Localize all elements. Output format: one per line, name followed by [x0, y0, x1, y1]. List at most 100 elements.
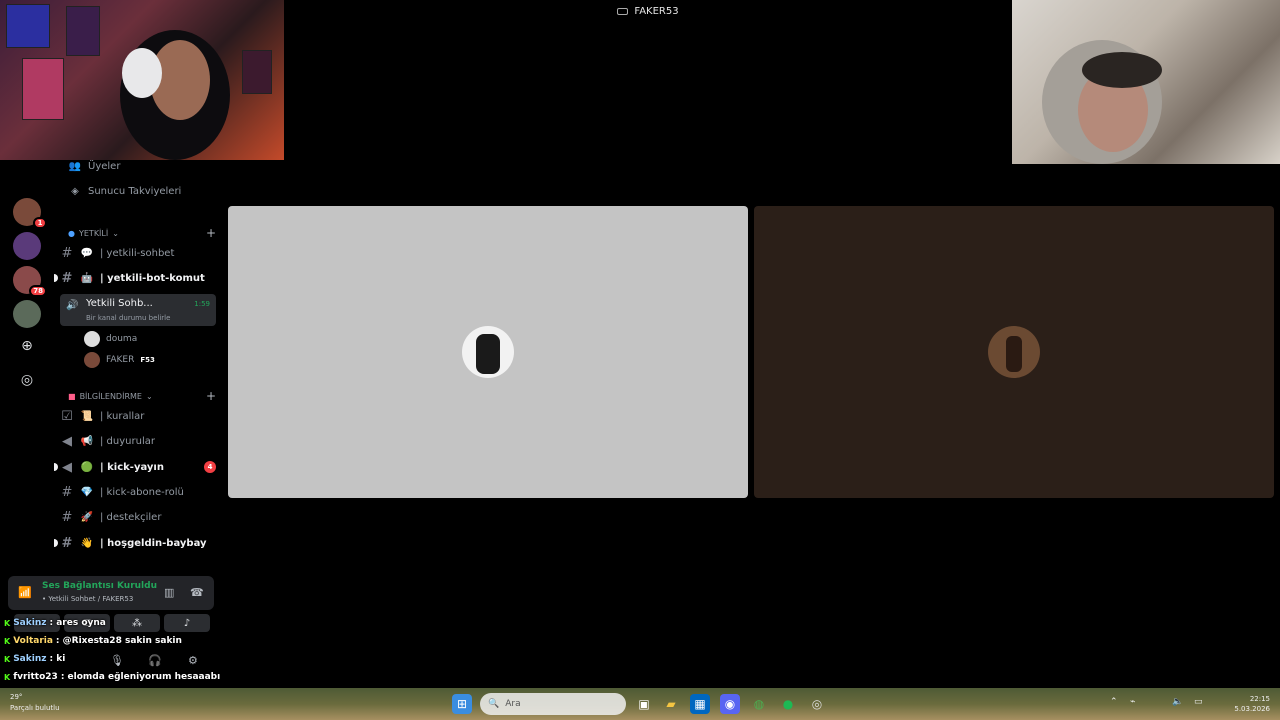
channel-label: | hoşgeldin-baybay — [100, 537, 207, 549]
announcement-icon: ◀ — [62, 433, 72, 449]
start-icon[interactable]: ⊞ — [452, 694, 472, 714]
kick-badge-icon: K — [4, 636, 11, 646]
server-icon[interactable] — [13, 232, 41, 260]
channel-destekciler[interactable]: # 🚀 | destekçiler — [60, 507, 216, 527]
chat-username: fvritto23 — [13, 672, 58, 682]
hash-icon: # — [61, 509, 73, 525]
channel-label: | destekçiler — [100, 511, 162, 523]
streamer-webcam — [0, 0, 284, 160]
store-icon[interactable]: ▦ — [690, 694, 710, 714]
server-badge: 78 — [29, 285, 47, 297]
activities-button[interactable]: ⁂ — [114, 614, 160, 632]
category-bilgilendirme[interactable]: ■ BİLGİLENDİRME ⌄ + — [68, 389, 216, 403]
unread-indicator — [54, 539, 58, 547]
channel-kick-yayin[interactable]: ◀ 🟢 | kick-yayın 4 — [54, 457, 216, 477]
announcement-icon: ◀ — [62, 459, 72, 475]
guest-webcam — [1012, 0, 1280, 164]
channel-label: | yetkili-bot-komut — [100, 272, 205, 284]
scroll-icon: 📜 — [80, 410, 94, 422]
window-title-bar: FAKER53 — [284, 0, 1012, 22]
add-channel-icon[interactable]: + — [206, 226, 216, 240]
server-icon[interactable]: 78 — [13, 266, 47, 297]
kick-badge-icon: K — [4, 654, 11, 664]
battery-icon[interactable]: ▭ — [1194, 697, 1203, 707]
server-boosts-item[interactable]: ◈ Sunucu Takviyeleri — [68, 181, 216, 201]
voice-channel-label: Yetkili Sohb... — [86, 298, 153, 309]
megaphone-icon: 📢 — [80, 435, 94, 447]
chat-message: K fvritto23 : elomda eğleniyorum hesaaab… — [4, 672, 220, 682]
search-placeholder: Ara — [505, 699, 521, 709]
poster-image — [242, 50, 272, 94]
channel-kick-abone-rolu[interactable]: # 💎 | kick-abone-rolü — [60, 482, 216, 502]
channel-label: | kick-yayın — [100, 461, 164, 473]
kick-badge-icon: K — [4, 672, 11, 682]
taskbar-clock[interactable]: 22:15 5.03.2026 — [1234, 694, 1270, 714]
voice-member[interactable]: FAKER F53 — [84, 351, 155, 369]
channel-kurallar[interactable]: ☑ 📜 | kurallar — [60, 406, 216, 426]
obs-icon[interactable]: ◎ — [807, 694, 827, 714]
chat-text: : ares oyna — [49, 618, 106, 628]
members-icon: 👥 — [68, 160, 82, 172]
category-yetkili[interactable]: ● YETKİLİ ⌄ + — [68, 226, 216, 240]
channel-label: | yetkili-sohbet — [100, 247, 175, 259]
poster-image — [66, 6, 100, 56]
members-label: Üyeler — [88, 160, 121, 172]
voice-connected-channel[interactable]: • Yetkili Sohbet / FAKER53 — [42, 595, 133, 603]
voice-connected-title[interactable]: Ses Bağlantısı Kuruldu — [42, 581, 157, 591]
hash-icon: # — [61, 484, 73, 500]
participant-tile[interactable] — [228, 206, 748, 498]
headset-image — [1082, 52, 1162, 88]
server-badge: 1 — [33, 217, 47, 229]
member-name: FAKER — [106, 355, 135, 365]
channel-label: | duyurular — [100, 435, 155, 447]
gear-icon[interactable]: ⚙ — [188, 654, 198, 667]
poster-image — [6, 4, 50, 48]
members-item[interactable]: 👥 Üyeler — [68, 156, 216, 176]
headset-image — [122, 48, 162, 98]
soundboard-button[interactable]: ♪ — [164, 614, 210, 632]
participant-tile[interactable] — [754, 206, 1274, 498]
network-icon[interactable]: ⌁ — [1130, 697, 1135, 707]
tray-chevron-icon[interactable]: ⌃ — [1110, 697, 1118, 707]
spotify-icon[interactable]: ● — [778, 694, 798, 714]
wave-icon: 👋 — [80, 537, 94, 549]
controller-icon — [617, 7, 629, 15]
task-view-icon[interactable]: ▣ — [634, 694, 654, 714]
channel-duyurular[interactable]: ◀ 📢 | duyurular — [60, 431, 216, 451]
add-channel-icon[interactable]: + — [206, 389, 216, 403]
taskbar-search[interactable]: 🔍 Ara — [480, 693, 626, 715]
avatar — [84, 352, 100, 368]
channel-hosgeldin-baybay[interactable]: # 👋 | hoşgeldin-baybay — [54, 533, 216, 553]
window-title: FAKER53 — [634, 5, 679, 17]
weather-label: Parçalı bulutlu — [10, 704, 60, 712]
discover-icon[interactable]: ◎ — [13, 366, 41, 394]
shield-icon: ● — [68, 228, 75, 238]
server-icon[interactable]: 1 — [13, 198, 47, 229]
headphones-icon[interactable]: 🎧 — [148, 654, 162, 667]
discord-icon[interactable]: ◉ — [720, 694, 740, 714]
rocket-icon: 🚀 — [80, 511, 94, 523]
microphone-icon[interactable]: 🎙 — [110, 654, 124, 667]
gem-icon: 💎 — [80, 486, 94, 498]
voice-member[interactable]: douma — [84, 330, 137, 348]
hash-icon: # — [61, 270, 73, 286]
app-root: FAKER53 1 78 ⊕ ◎ 👥 Üyeler ◈ Sunucu Takvi… — [0, 0, 1280, 720]
disconnect-icon[interactable]: ☎ — [190, 586, 204, 599]
chrome-icon[interactable]: ◍ — [749, 694, 769, 714]
add-server-icon[interactable]: ⊕ — [13, 332, 41, 360]
file-explorer-icon[interactable]: ▰ — [661, 694, 681, 714]
channel-label: | kick-abone-rolü — [100, 486, 184, 498]
voice-status[interactable]: Bir kanal durumu belirle — [86, 314, 170, 322]
voice-channel-yetkili-sohbet[interactable]: 🔊 Yetkili Sohb... 1:59 Bir kanal durumu … — [60, 294, 216, 326]
channel-yetkili-sohbet[interactable]: # 💬 | yetkili-sohbet — [60, 243, 216, 263]
noise-suppression-icon[interactable]: ▥ — [164, 586, 174, 599]
channel-yetkili-bot-komut[interactable]: # 🤖 | yetkili-bot-komut — [54, 268, 216, 288]
green-circle-icon: 🟢 — [80, 461, 94, 473]
channel-sidebar: 👥 Üyeler ◈ Sunucu Takviyeleri ● YETKİLİ … — [54, 160, 222, 580]
weather-widget[interactable]: 29° Parçalı bulutlu — [10, 692, 60, 714]
server-icon[interactable] — [13, 300, 41, 328]
signal-icon[interactable]: 📶 — [18, 586, 32, 599]
chat-message: K Voltaria : @Rixesta28 sakin sakin — [4, 636, 182, 646]
volume-icon[interactable]: 🔈 — [1172, 697, 1183, 707]
participant-avatar — [462, 326, 514, 378]
